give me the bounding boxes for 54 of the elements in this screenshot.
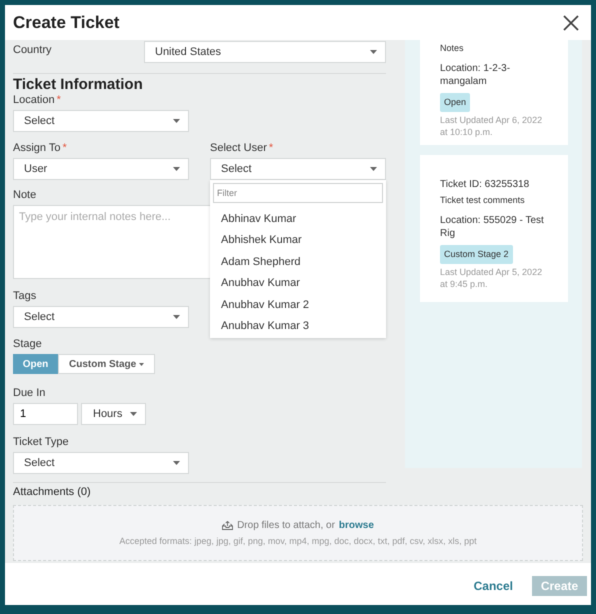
last-updated: Last Updated Apr 5, 2022 at 9:45 p.m. xyxy=(440,266,544,290)
field-label: Country xyxy=(13,43,52,58)
select-field[interactable]: User xyxy=(13,158,189,180)
field-label: Location xyxy=(13,94,55,107)
last-updated: Last Updated Apr 6, 2022 at 10:10 p.m. xyxy=(440,114,544,138)
dialog-title: Create Ticket xyxy=(13,12,120,34)
required-mark: * xyxy=(62,142,67,155)
select-field[interactable]: Select xyxy=(210,158,386,180)
number-field[interactable]: 1 xyxy=(13,403,78,425)
select-field[interactable]: Select xyxy=(13,452,189,474)
drop-text: Drop files to attach, or xyxy=(237,518,335,533)
select-field[interactable]: Select xyxy=(13,306,189,328)
menu-item[interactable]: Anubhav Kumar 3 xyxy=(213,316,383,337)
select-field[interactable]: United States xyxy=(144,41,386,63)
formats-text: Accepted formats: jpeg, jpg, gif, png, mov, mp4, mpg, doc, docx, txt, pdf, csv, xlsx, xls, ppt xyxy=(119,534,477,548)
menu-item[interactable]: Anubhav Kumar 2 xyxy=(213,294,383,316)
field-label: Ticket Type xyxy=(13,436,69,449)
close-icon[interactable] xyxy=(563,14,579,30)
field-label: Due In xyxy=(13,387,46,400)
upload-icon xyxy=(222,520,234,530)
field-label: Select User xyxy=(210,142,267,155)
select-field[interactable]: Select xyxy=(13,110,189,132)
menu-item[interactable]: Abhinav Kumar xyxy=(213,208,383,230)
cancel-button[interactable]: Cancel xyxy=(472,577,515,595)
filter-field[interactable]: Filter xyxy=(213,183,383,203)
menu-item[interactable]: Abhishek Kumar xyxy=(213,230,383,251)
stage-badge: Open xyxy=(440,92,470,112)
caret-icon xyxy=(370,167,377,171)
section-heading: Ticket Information xyxy=(13,76,144,94)
drop-zone[interactable]: Drop files to attach, or browse Accepted formats: jpeg, jpg, gif, png, mov, mp4, mpg, doc, docx, txt, pdf, csv, xlsx, xls, ppt xyxy=(13,505,583,561)
caret-icon xyxy=(173,167,180,171)
stage-badge: Custom Stage 2 xyxy=(440,244,513,264)
ticket-comment: Ticket test comments xyxy=(440,194,526,207)
caret-icon xyxy=(139,362,144,366)
field-label: Stage xyxy=(13,338,42,351)
field-label: Note xyxy=(13,189,36,202)
field-label: Assign To xyxy=(13,142,60,155)
field-label: Tags xyxy=(13,290,36,303)
required-mark: * xyxy=(268,142,274,155)
ticket-location: Location: 555029 - Test Rig xyxy=(440,214,545,240)
menu-item[interactable]: Adam Shepherd xyxy=(213,251,383,272)
ticket-location: Location: 1-2-3-mangalam xyxy=(440,62,512,88)
caret-icon xyxy=(173,315,180,319)
caret-icon xyxy=(173,461,180,465)
caret-icon xyxy=(130,412,137,416)
browse-link[interactable]: browse xyxy=(338,518,374,533)
ticket-comment: Notes xyxy=(440,42,465,55)
required-mark: * xyxy=(56,94,61,107)
select-field[interactable]: Hours xyxy=(81,403,146,425)
stage-button[interactable]: Custom Stage xyxy=(58,354,156,374)
ticket-id: Ticket ID: 63255318 xyxy=(440,178,530,192)
caret-icon xyxy=(173,119,180,123)
caret-icon xyxy=(370,50,377,54)
section-label: Attachments (0) xyxy=(13,486,91,499)
